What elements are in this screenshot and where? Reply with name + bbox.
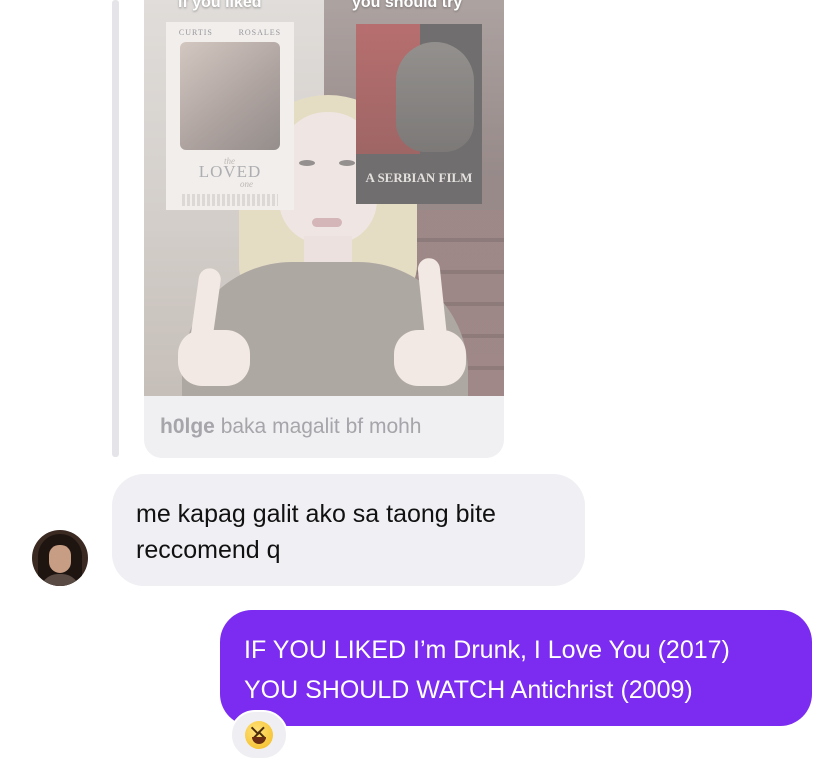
shared-post-image[interactable]: CURTIS ROSALES the LOVED one A SERBIAN F… <box>144 0 504 396</box>
shared-post-username[interactable]: h0lge <box>160 415 215 438</box>
received-message-bubble[interactable]: me kapag galit ako sa taong bite reccome… <box>112 474 585 586</box>
reply-indicator-bar <box>112 0 119 457</box>
shared-post-caption-text: baka magalit bf mohh <box>220 415 422 438</box>
sent-message-line-2: YOU SHOULD WATCH Antichrist (2009) <box>244 676 693 704</box>
shared-post-caption: h0lge baka magalit bf mohh <box>160 415 422 439</box>
received-message-text: me kapag galit ako sa taong bite reccome… <box>136 500 496 564</box>
avatar-face <box>49 545 71 573</box>
emoji-mouth <box>252 737 266 744</box>
sent-message-bubble[interactable]: IF YOU LIKED I’m Drunk, I Love You (2017… <box>220 610 812 726</box>
message-reaction[interactable] <box>230 710 288 760</box>
image-dim-overlay <box>144 0 504 396</box>
shared-post-card[interactable]: CURTIS ROSALES the LOVED one A SERBIAN F… <box>144 0 504 458</box>
laughing-squinting-face-icon <box>245 721 273 749</box>
sent-message-line-1: IF YOU LIKED I’m Drunk, I Love You (2017… <box>244 636 730 664</box>
avatar[interactable] <box>32 530 88 586</box>
